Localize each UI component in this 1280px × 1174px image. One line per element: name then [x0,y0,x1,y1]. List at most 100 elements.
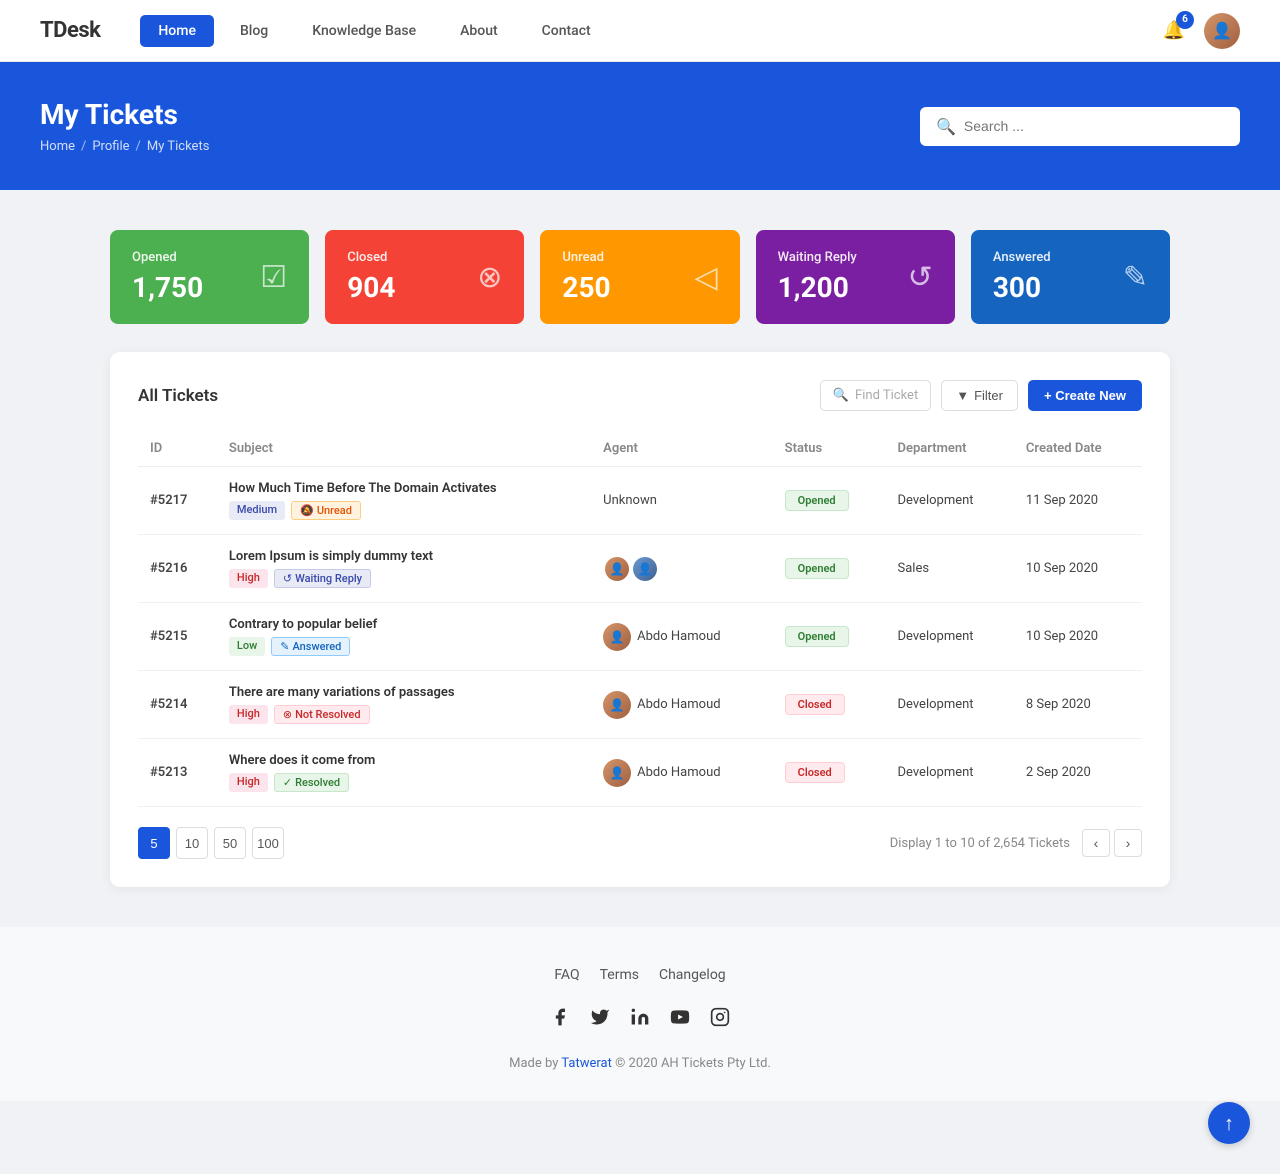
user-avatar[interactable]: 👤 [1204,13,1240,49]
find-ticket-label: Find Ticket [855,388,918,403]
avatar-img: 👤 [603,691,631,719]
ticket-date: 11 Sep 2020 [1014,467,1142,535]
ticket-subject-cell: How Much Time Before The Domain Activate… [217,467,591,535]
breadcrumb-my-tickets: My Tickets [147,139,210,154]
pagination-row: 5 10 50 100 Display 1 to 10 of 2,654 Tic… [138,827,1142,859]
status-badge: Opened [785,626,849,647]
scroll-to-top-button[interactable]: ↑ [1208,1102,1250,1144]
stat-label-opened: Opened [132,250,203,265]
tag-low: Low [229,637,265,656]
stat-value-answered: 300 [993,271,1051,304]
status-badge: Opened [785,558,849,579]
stat-card-waiting[interactable]: Waiting Reply 1,200 ↺ [756,230,955,324]
stat-label-answered: Answered [993,250,1051,265]
page-prev-button[interactable]: ‹ [1082,829,1110,857]
ticket-id: #5216 [138,535,217,603]
instagram-icon[interactable] [710,1007,730,1032]
linkedin-icon[interactable] [630,1007,650,1032]
create-ticket-button[interactable]: + Create New [1028,380,1142,411]
nav-link-home[interactable]: Home [140,15,214,47]
footer: FAQ Terms Changelog Made by Tatwerat © 2… [0,927,1280,1101]
tag-unread: 🔕Unread [291,501,361,520]
stat-info-unread: Unread 250 [562,250,610,304]
youtube-icon[interactable] [670,1007,690,1032]
agent-name: Abdo Hamoud [637,629,720,644]
page-size-10[interactable]: 10 [176,827,208,859]
table-row[interactable]: #5217 How Much Time Before The Domain Ac… [138,467,1142,535]
ticket-department: Development [886,467,1014,535]
stat-value-closed: 904 [347,271,395,304]
ticket-status-cell: Closed [773,739,886,807]
table-row[interactable]: #5215 Contrary to popular belief Low ✎An… [138,603,1142,671]
footer-link-terms[interactable]: Terms [600,967,639,983]
stat-icon-waiting: ↺ [908,260,933,295]
nav-links: Home Blog Knowledge Base About Contact [140,15,1156,47]
page-size-50[interactable]: 50 [214,827,246,859]
hero-left: My Tickets Home / Profile / My Tickets [40,98,209,154]
page-size-100[interactable]: 100 [252,827,284,859]
breadcrumb-home[interactable]: Home [40,139,75,154]
main-content: Opened 1,750 ☑ Closed 904 ⊗ Unread 250 ◁… [90,230,1190,887]
page-next-button[interactable]: › [1114,829,1142,857]
footer-link-faq[interactable]: FAQ [554,967,579,983]
avatar-inner: 👤 [1204,13,1240,49]
tag-answered: ✎Answered [271,637,350,656]
search-input[interactable] [964,118,1224,134]
ticket-tags: Low ✎Answered [229,637,579,656]
ticket-agent-cell: 👤 Abdo Hamoud [591,603,772,671]
nav-link-about[interactable]: About [442,15,516,47]
notification-badge: 6 [1176,11,1194,29]
agent-avatar-2: 👤 [631,555,659,583]
breadcrumb-profile[interactable]: Profile [92,139,129,154]
table-header-row: ID Subject Agent Status Department Creat… [138,431,1142,467]
footer-copy: Made by Tatwerat © 2020 AH Tickets Pty L… [20,1056,1260,1071]
ticket-date: 10 Sep 2020 [1014,603,1142,671]
stat-card-unread[interactable]: Unread 250 ◁ [540,230,739,324]
find-icon: 🔍 [833,388,849,403]
create-ticket-label: + Create New [1044,388,1126,403]
unread-icon: 🔕 [300,504,314,517]
col-subject: Subject [217,431,591,467]
ticket-date: 8 Sep 2020 [1014,671,1142,739]
find-ticket-input[interactable]: 🔍 Find Ticket [820,380,931,411]
nav-actions: 🔔 6 👤 [1156,13,1240,49]
table-row[interactable]: #5213 Where does it come from High ✓Reso… [138,739,1142,807]
ticket-tags: High ✓Resolved [229,773,579,792]
filter-button[interactable]: ▼ Filter [941,380,1018,411]
agent-name: Abdo Hamoud [637,697,720,712]
col-agent: Agent [591,431,772,467]
stat-card-closed[interactable]: Closed 904 ⊗ [325,230,524,324]
ticket-agent-cell: 👤 Abdo Hamoud [591,739,772,807]
search-box: 🔍 [920,107,1240,146]
stat-label-closed: Closed [347,250,395,265]
filter-label: Filter [974,388,1003,403]
footer-brand-link[interactable]: Tatwerat [561,1056,612,1071]
facebook-icon[interactable] [550,1007,570,1032]
brand-logo[interactable]: TDesk [40,18,100,43]
ticket-subject: How Much Time Before The Domain Activate… [229,481,579,496]
page-size-5[interactable]: 5 [138,827,170,859]
table-row[interactable]: #5214 There are many variations of passa… [138,671,1142,739]
status-badge: Closed [785,762,845,783]
footer-link-changelog[interactable]: Changelog [659,967,726,983]
breadcrumb-sep2: / [136,139,141,154]
ticket-agent-cell: 👤 👤 [591,535,772,603]
hero-banner: My Tickets Home / Profile / My Tickets 🔍 [0,62,1280,190]
pagination-info: Display 1 to 10 of 2,654 Tickets [890,836,1070,851]
agent-avatar: 👤 [603,623,631,651]
navbar: TDesk Home Blog Knowledge Base About Con… [0,0,1280,62]
tag-medium: Medium [229,501,285,520]
stat-card-opened[interactable]: Opened 1,750 ☑ [110,230,309,324]
stat-card-answered[interactable]: Answered 300 ✎ [971,230,1170,324]
table-row[interactable]: #5216 Lorem Ipsum is simply dummy text H… [138,535,1142,603]
status-badge: Closed [785,694,845,715]
nav-link-blog[interactable]: Blog [222,15,286,47]
nav-link-contact[interactable]: Contact [524,15,609,47]
twitter-icon[interactable] [590,1007,610,1032]
ticket-id: #5217 [138,467,217,535]
status-badge: Opened [785,490,849,511]
stat-icon-unread: ◁ [695,260,718,295]
notification-button[interactable]: 🔔 6 [1156,13,1192,49]
nav-link-knowledge-base[interactable]: Knowledge Base [294,15,434,47]
ticket-subject: Contrary to popular belief [229,617,579,632]
